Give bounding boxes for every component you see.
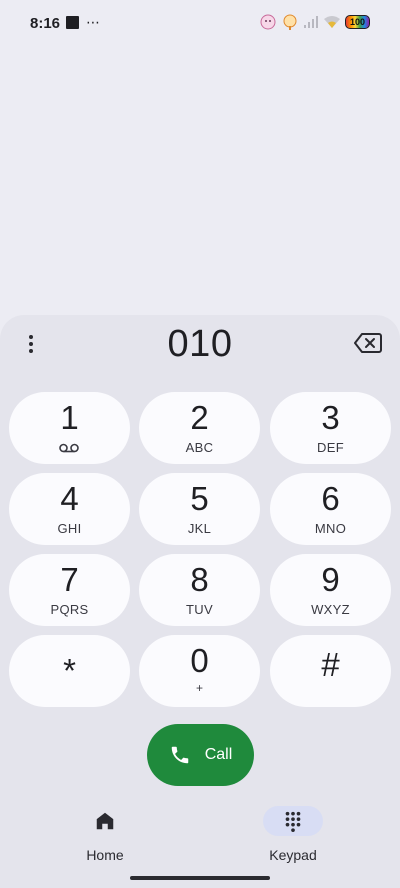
key-letters: TUV [186,602,213,617]
key-4[interactable]: 4 GHI [9,473,130,545]
key-digit: 7 [60,561,79,598]
key-digit: 5 [190,480,209,517]
nav-label-home: Home [86,847,124,863]
status-time: 8:16 [30,15,61,32]
key-1[interactable]: 1 [9,392,130,464]
key-digit: 0 [190,642,209,679]
key-star[interactable]: * [9,635,130,707]
key-letters: GHI [57,521,82,536]
nav-pill [75,806,135,836]
gesture-bar[interactable] [130,876,270,880]
key-letters: DEF [317,440,344,455]
bottom-navigation: Home Keypad [0,800,400,870]
key-0[interactable]: 0 + [139,635,260,707]
key-letters: WXYZ [311,602,350,617]
key-digit: * [63,652,76,689]
key-digit: 1 [60,399,79,436]
key-letters: + [195,681,203,695]
backspace-icon[interactable] [354,332,382,354]
call-button[interactable]: Call [147,724,254,786]
dialed-number: 010 [167,323,233,365]
key-digit: 8 [190,561,209,598]
phone-icon [171,746,188,764]
more-dots-icon: ⋯ [86,14,100,30]
key-hash[interactable]: # [270,635,391,707]
nav-label-keypad: Keypad [269,847,317,863]
key-2[interactable]: 2 ABC [139,392,260,464]
call-label: Call [204,746,233,763]
key-digit: 6 [321,480,340,517]
key-letters: ABC [185,440,214,455]
stop-icon [66,16,79,29]
key-6[interactable]: 6 MNO [270,473,391,545]
voicemail-icon [59,443,79,453]
home-icon [96,812,114,830]
battery-icon: 100 [345,15,370,29]
key-3[interactable]: 3 DEF [270,392,391,464]
dialpad-icon [285,811,301,832]
battery-level: 100 [349,17,366,27]
nav-item-home[interactable]: Home [60,806,150,863]
status-bar: 8:16 ⋯ 100 [0,0,400,48]
sticker-icon [283,14,297,30]
key-8[interactable]: 8 TUV [139,554,260,626]
nav-pill-active [263,806,323,836]
status-left-icons: ⋯ [66,14,100,30]
key-letters: PQRS [50,602,89,617]
key-digit: 9 [321,561,340,598]
wifi-icon [324,16,340,28]
key-digit: 2 [190,399,209,436]
signal-icon [304,16,318,28]
key-digit: 3 [321,399,340,436]
key-letters: JKL [187,521,212,536]
nav-item-keypad[interactable]: Keypad [248,806,338,863]
key-7[interactable]: 7 PQRS [9,554,130,626]
key-digit: # [321,646,340,683]
key-5[interactable]: 5 JKL [139,473,260,545]
key-letters: MNO [314,521,347,536]
number-display-row: 010 [0,315,400,377]
key-9[interactable]: 9 WXYZ [270,554,391,626]
key-digit: 4 [60,480,79,517]
status-right-icons: 100 [259,13,370,31]
sticker-icon [260,14,276,30]
